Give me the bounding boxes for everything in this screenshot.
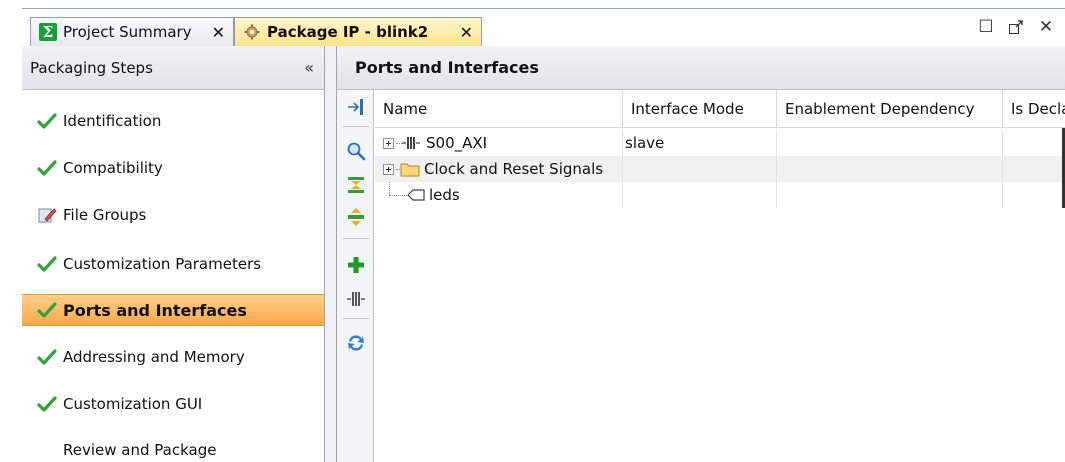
step-identification[interactable]: Identification <box>22 105 324 137</box>
ports-toolbar <box>336 90 374 462</box>
ports-table: Name Interface Mode Enablement Dependenc… <box>375 90 1065 462</box>
refresh-icon[interactable] <box>345 332 367 354</box>
table-row[interactable]: leds <box>375 182 1065 208</box>
checkmark-icon <box>37 256 57 272</box>
cell-interface-mode <box>623 156 777 182</box>
step-ports-and-interfaces[interactable]: Ports and Interfaces <box>22 294 324 326</box>
expand-all-icon[interactable] <box>345 174 367 196</box>
search-icon[interactable] <box>345 140 367 162</box>
cell-name: leds <box>375 182 623 208</box>
step-addressing-and-memory[interactable]: Addressing and Memory <box>22 341 324 373</box>
tab-project-summary[interactable]: Σ Project Summary ✕ <box>30 17 234 46</box>
gear-icon <box>243 23 261 41</box>
port-name: Clock and Reset Signals <box>424 160 604 178</box>
cell-is-declared <box>1003 156 1065 182</box>
tab-package-ip[interactable]: Package IP - blink2 ✕ <box>234 17 482 46</box>
table-row[interactable]: Clock and Reset Signals <box>375 156 1065 182</box>
column-header-interface-mode[interactable]: Interface Mode <box>623 90 777 128</box>
checkmark-icon <box>37 302 57 318</box>
expand-icon[interactable] <box>383 163 394 175</box>
port-icon <box>407 189 425 201</box>
close-icon[interactable]: ✕ <box>1037 17 1055 37</box>
step-label: Ports and Interfaces <box>63 300 247 320</box>
column-header-name[interactable]: Name <box>375 90 623 128</box>
checkmark-icon <box>37 113 57 129</box>
bus-interface-icon[interactable] <box>345 288 367 310</box>
step-label: Compatibility <box>63 159 163 177</box>
checkmark-icon <box>37 349 57 365</box>
step-customization-parameters[interactable]: Customization Parameters <box>22 248 324 280</box>
expand-icon[interactable] <box>383 137 394 149</box>
step-label: Customization GUI <box>63 395 203 413</box>
panel-header: Packaging Steps « <box>22 46 324 90</box>
step-label: File Groups <box>63 206 147 224</box>
page-title: Ports and Interfaces <box>336 46 1065 90</box>
tab-bar-border <box>22 8 1065 9</box>
cell-interface-mode: slave <box>623 130 777 156</box>
port-name: S00_AXI <box>426 134 488 152</box>
edit-pencil-icon <box>38 208 57 223</box>
sigma-icon: Σ <box>39 23 57 41</box>
column-header-is-declared[interactable]: Is Decla <box>1003 90 1065 128</box>
table-header: Name Interface Mode Enablement Dependenc… <box>375 90 1065 128</box>
step-label: Review and Package <box>63 441 217 459</box>
tab-close-icon[interactable]: ✕ <box>452 23 473 42</box>
tab-label: Project Summary <box>63 23 192 41</box>
step-compatibility[interactable]: Compatibility <box>22 152 324 184</box>
step-label: Addressing and Memory <box>63 348 245 366</box>
tab-close-icon[interactable]: ✕ <box>204 23 225 42</box>
cell-enablement-dependency <box>777 182 1003 208</box>
cell-interface-mode <box>623 182 777 208</box>
cell-is-declared <box>1003 182 1065 208</box>
editor-tab-bar: Σ Project Summary ✕ Package IP - blink2 … <box>0 0 1065 46</box>
port-name: leds <box>429 186 460 204</box>
packaging-steps-panel: Packaging Steps « Identification Compati… <box>22 46 325 462</box>
step-customization-gui[interactable]: Customization GUI <box>22 388 324 420</box>
checkmark-icon <box>37 160 57 176</box>
float-icon[interactable] <box>1007 18 1025 36</box>
cell-enablement-dependency <box>777 156 1003 182</box>
window-controls: ☐ ✕ <box>977 17 1055 37</box>
table-row[interactable]: S00_AXI slave <box>375 130 1065 156</box>
collapse-all-icon[interactable] <box>345 96 367 118</box>
step-review-and-package[interactable]: Review and Package <box>22 434 324 462</box>
filter-icon[interactable] <box>345 206 367 228</box>
cell-name: Clock and Reset Signals <box>375 156 623 182</box>
cell-enablement-dependency <box>777 130 1003 156</box>
panel-splitter[interactable] <box>325 46 336 462</box>
step-file-groups[interactable]: File Groups <box>22 199 324 231</box>
collapse-panel-icon[interactable]: « <box>304 58 314 77</box>
bus-interface-icon <box>402 137 420 149</box>
checkmark-icon <box>37 396 57 412</box>
cell-name: S00_AXI <box>375 130 623 156</box>
tab-label: Package IP - blink2 <box>267 23 429 41</box>
step-label: Customization Parameters <box>63 255 262 273</box>
add-icon[interactable] <box>345 254 367 276</box>
column-header-enablement-dependency[interactable]: Enablement Dependency <box>777 90 1003 128</box>
folder-icon <box>400 163 420 177</box>
step-label: Identification <box>63 112 162 130</box>
cell-is-declared <box>1003 130 1065 156</box>
panel-title: Packaging Steps <box>30 58 153 77</box>
maximize-icon[interactable]: ☐ <box>977 17 995 37</box>
